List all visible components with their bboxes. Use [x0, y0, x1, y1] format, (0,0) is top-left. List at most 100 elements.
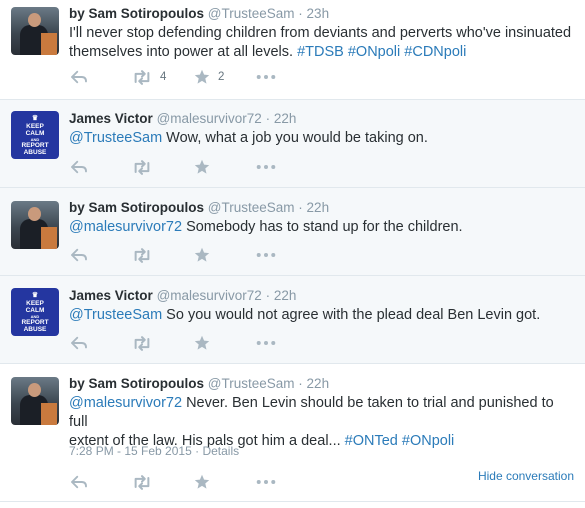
- mention-link[interactable]: @malesurvivor72: [69, 219, 182, 235]
- details-link[interactable]: Details: [202, 444, 239, 458]
- tweet-time[interactable]: 22h: [274, 111, 297, 126]
- tweet-text: @TrusteeSam Wow, what a job you would be…: [69, 129, 574, 148]
- hashtag-link[interactable]: #CDNpoli: [404, 44, 466, 60]
- retweet-button[interactable]: [132, 336, 194, 351]
- avatar-head: [28, 13, 41, 27]
- tweet[interactable]: by Sam Sotiropoulos @TrusteeSam · 23h I'…: [0, 0, 585, 100]
- retweet-icon: [132, 475, 152, 490]
- hide-conversation-link[interactable]: Hide conversation: [478, 469, 574, 483]
- reply-button[interactable]: [70, 248, 132, 262]
- more-icon: [256, 340, 276, 346]
- author-handle[interactable]: @TrusteeSam: [208, 6, 295, 21]
- badge-text: CALM: [25, 129, 45, 137]
- tweet-actions: [70, 333, 318, 353]
- author-handle[interactable]: @malesurvivor72: [157, 288, 262, 303]
- favorite-button[interactable]: [194, 159, 256, 175]
- tweet[interactable]: ♛ KEEP CALM AND REPORT ABUSE James Victo…: [0, 100, 585, 188]
- more-button[interactable]: [256, 164, 318, 170]
- separator-dot: ·: [265, 111, 271, 126]
- tweet-actions: 4 2: [70, 67, 318, 87]
- retweet-button[interactable]: [132, 160, 194, 175]
- tweet-text-body: Somebody has to stand up for the childre…: [182, 219, 463, 235]
- star-icon: [194, 474, 210, 490]
- badge-text: KEEP: [26, 122, 44, 130]
- retweet-button[interactable]: [132, 475, 194, 490]
- more-button[interactable]: [256, 74, 318, 80]
- author-handle[interactable]: @malesurvivor72: [157, 111, 262, 126]
- crown-icon: ♛: [31, 114, 39, 122]
- tweet-text: @TrusteeSam So you would not agree with …: [69, 306, 574, 325]
- reply-button[interactable]: [70, 160, 132, 174]
- star-icon: [194, 159, 210, 175]
- author-handle[interactable]: @TrusteeSam: [208, 200, 295, 215]
- reply-icon: [70, 336, 88, 350]
- tweet-time[interactable]: 22h: [307, 200, 330, 215]
- author-name[interactable]: by Sam Sotiropoulos: [69, 376, 204, 391]
- hashtag-link[interactable]: #ONpoli: [402, 433, 454, 449]
- hashtag-link[interactable]: #TDSB: [297, 44, 344, 60]
- more-icon: [256, 164, 276, 170]
- tweet[interactable]: by Sam Sotiropoulos @TrusteeSam · 22h @m…: [0, 188, 585, 276]
- tweet-text: @malesurvivor72 Somebody has to stand up…: [69, 218, 574, 237]
- tweet-actions: [70, 157, 318, 177]
- retweet-icon: [132, 248, 152, 263]
- avatar[interactable]: [11, 377, 59, 425]
- hashtag-link[interactable]: #ONTed: [345, 433, 398, 449]
- reply-button[interactable]: [70, 336, 132, 350]
- tweet-header: by Sam Sotiropoulos @TrusteeSam · 22h: [69, 376, 329, 391]
- tweet[interactable]: ♛ KEEP CALM AND REPORT ABUSE James Victo…: [0, 276, 585, 364]
- avatar[interactable]: ♛ KEEP CALM AND REPORT ABUSE: [11, 288, 59, 336]
- tweet-text: @malesurvivor72 Never. Ben Levin should …: [69, 394, 574, 451]
- favorite-button[interactable]: 2: [194, 69, 256, 85]
- divider: [0, 501, 585, 502]
- favorite-count: 2: [218, 71, 225, 83]
- tweet-time[interactable]: 22h: [307, 376, 330, 391]
- author-name[interactable]: by Sam Sotiropoulos: [69, 200, 204, 215]
- reply-icon: [70, 248, 88, 262]
- tweet-header: by Sam Sotiropoulos @TrusteeSam · 22h: [69, 200, 329, 215]
- tweet-timestamp[interactable]: 7:28 PM - 15 Feb 2015: [69, 444, 192, 458]
- avatar[interactable]: [11, 7, 59, 55]
- separator-dot: ·: [298, 376, 303, 391]
- tweet-header: James Victor @malesurvivor72 · 22h: [69, 111, 296, 126]
- avatar[interactable]: ♛ KEEP CALM AND REPORT ABUSE: [11, 111, 59, 159]
- avatar-podium: [41, 33, 57, 55]
- tweet-text: I'll never stop defending children from …: [69, 24, 574, 62]
- author-name[interactable]: James Victor: [69, 111, 153, 126]
- tweet-meta: 7:28 PM - 15 Feb 2015 · Details: [69, 444, 239, 458]
- tweet-actions: [70, 472, 318, 492]
- reply-icon: [70, 70, 88, 84]
- reply-button[interactable]: [70, 475, 132, 489]
- avatar[interactable]: [11, 201, 59, 249]
- favorite-button[interactable]: [194, 474, 256, 490]
- badge-text: ABUSE: [23, 148, 47, 156]
- author-name[interactable]: James Victor: [69, 288, 153, 303]
- avatar-head: [28, 207, 41, 221]
- retweet-button[interactable]: [132, 248, 194, 263]
- reply-icon: [70, 475, 88, 489]
- tweet-time[interactable]: 22h: [274, 288, 297, 303]
- tweet-header: by Sam Sotiropoulos @TrusteeSam · 23h: [69, 6, 329, 21]
- tweet-expanded[interactable]: by Sam Sotiropoulos @TrusteeSam · 22h @m…: [0, 364, 585, 502]
- retweet-icon: [132, 70, 152, 85]
- favorite-button[interactable]: [194, 335, 256, 351]
- author-name[interactable]: by Sam Sotiropoulos: [69, 6, 204, 21]
- hashtag-link[interactable]: #ONpoli: [348, 44, 400, 60]
- retweet-count: 4: [160, 71, 167, 83]
- mention-link[interactable]: @TrusteeSam: [69, 307, 162, 323]
- reply-button[interactable]: [70, 70, 132, 84]
- author-handle[interactable]: @TrusteeSam: [208, 376, 295, 391]
- favorite-button[interactable]: [194, 247, 256, 263]
- tweet-text-body: So you would not agree with the plead de…: [162, 307, 541, 323]
- separator-dot: ·: [265, 288, 271, 303]
- mention-link[interactable]: @TrusteeSam: [69, 130, 162, 146]
- crown-icon: ♛: [31, 291, 39, 299]
- more-button[interactable]: [256, 479, 318, 485]
- more-button[interactable]: [256, 340, 318, 346]
- star-icon: [194, 335, 210, 351]
- mention-link[interactable]: @malesurvivor72: [69, 395, 182, 411]
- retweet-button[interactable]: 4: [132, 70, 194, 85]
- tweet-time[interactable]: 23h: [307, 6, 330, 21]
- more-button[interactable]: [256, 252, 318, 258]
- badge-text: KEEP: [26, 299, 44, 307]
